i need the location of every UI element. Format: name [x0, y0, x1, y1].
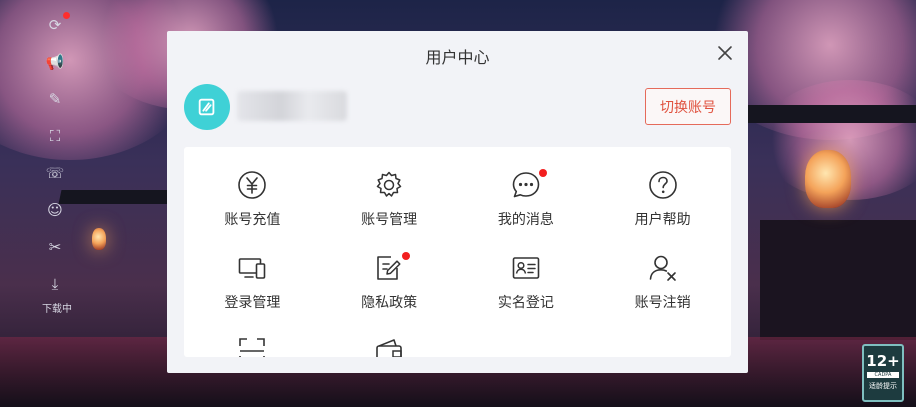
message-icon	[511, 169, 547, 200]
modal-title: 用户中心	[425, 48, 490, 67]
screenshot-icon[interactable]: ⛶	[40, 121, 70, 151]
menu-item-scan[interactable]	[184, 313, 321, 357]
menu-label: 用户帮助	[634, 212, 691, 228]
menu-item-recharge[interactable]: 账号充值	[184, 147, 321, 230]
notification-dot	[63, 12, 70, 19]
unread-badge	[538, 169, 547, 177]
phone-icon[interactable]: ☏	[40, 158, 70, 188]
notes-icon[interactable]: ✎	[40, 84, 70, 114]
yuan-icon	[237, 170, 267, 200]
menu-label: 账号管理	[361, 212, 418, 228]
age-rating-org: CADPA	[867, 372, 899, 378]
user-search-icon[interactable]: ☺	[40, 195, 70, 225]
menu-item-wallet[interactable]	[321, 313, 458, 357]
user-remove-icon	[648, 253, 678, 283]
age-rating-value: 12+	[866, 352, 900, 370]
gear-icon	[374, 170, 404, 200]
age-rating-tip: 适龄提示	[869, 382, 897, 390]
menu-label: 登录管理	[224, 295, 281, 311]
switch-account-button[interactable]: 切换账号	[645, 88, 731, 125]
menu-item-login-manage[interactable]: 登录管理	[184, 230, 321, 313]
menu-panel: 账号充值 账号管理 我的消息 用户帮助 登录管理 隐私政策 实名登记 账号注销	[184, 147, 731, 357]
download-label: 下载中	[42, 304, 72, 315]
privacy-icon	[374, 252, 411, 283]
avatar	[184, 84, 230, 130]
download-icon[interactable]: ⤓	[40, 269, 70, 299]
devices-icon	[237, 253, 267, 283]
menu-item-messages[interactable]: 我的消息	[458, 147, 595, 230]
menu-item-account-manage[interactable]: 账号管理	[321, 147, 458, 230]
menu-item-deregister[interactable]: 账号注销	[594, 230, 731, 313]
unread-badge	[402, 252, 411, 260]
help-icon	[648, 170, 678, 200]
username-blurred	[237, 91, 347, 121]
wallet-icon	[374, 336, 404, 357]
menu-label: 隐私政策	[361, 295, 418, 311]
scan-icon	[237, 336, 267, 357]
menu-item-help[interactable]: 用户帮助	[594, 147, 731, 230]
menu-item-real-name[interactable]: 实名登记	[458, 230, 595, 313]
account-logo-icon	[198, 98, 215, 116]
refresh-icon[interactable]: ⟳	[40, 10, 70, 40]
menu-label: 我的消息	[497, 212, 554, 228]
menu-label: 账号充值	[224, 212, 281, 228]
announcement-icon[interactable]: 📢	[40, 47, 70, 77]
menu-label: 账号注销	[634, 295, 691, 311]
close-icon[interactable]	[716, 44, 734, 62]
user-center-modal: 用户中心 切换账号 账号充值 账号管理 我的消息 用户帮助 登录管理 隐私政策 …	[167, 31, 748, 373]
id-card-icon	[511, 253, 541, 283]
tools-icon[interactable]: ✂	[40, 232, 70, 262]
legal-text	[150, 369, 770, 405]
age-rating-badge: 12+ CADPA 适龄提示	[862, 344, 904, 402]
menu-label: 实名登记	[497, 295, 554, 311]
left-sidebar: ⟳ 📢 ✎ ⛶ ☏ ☺ ✂ ⤓ 下载中	[40, 10, 74, 315]
menu-item-privacy[interactable]: 隐私政策	[321, 230, 458, 313]
